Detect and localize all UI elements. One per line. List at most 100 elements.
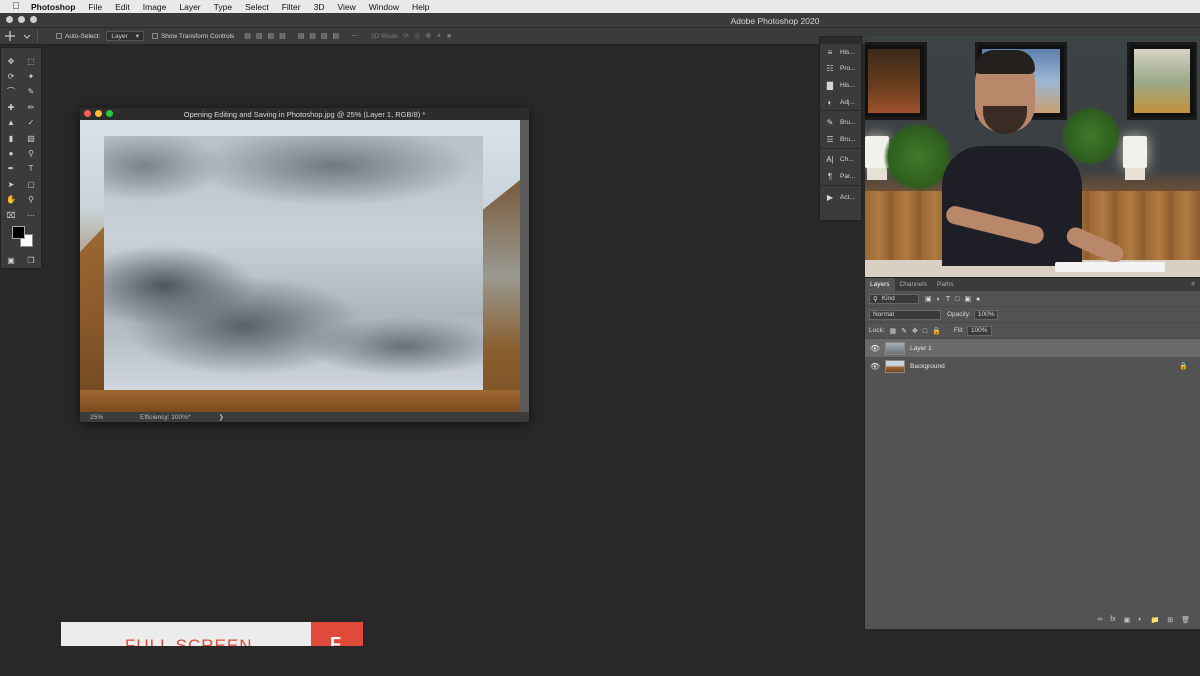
new-group-icon[interactable]: 📁 xyxy=(1151,616,1160,624)
layers-panel: Layers Channels Paths ≡ ⚲ Kind ▣◐T□▣● No… xyxy=(864,277,1200,629)
zoom-document-button[interactable] xyxy=(106,110,113,117)
foreground-color-swatch[interactable] xyxy=(12,226,25,239)
app-titlebar: Adobe Photoshop 2020 xyxy=(0,13,1200,28)
dock-header[interactable] xyxy=(820,37,861,44)
dock-character[interactable]: A| Ch... xyxy=(820,152,861,169)
adjustment-layer-icon[interactable]: ◐ xyxy=(1138,616,1142,624)
blend-row: Normal Opacity: 100% xyxy=(865,307,1200,323)
eyedropper-tool-icon[interactable]: ✎ xyxy=(26,87,36,97)
opacity-field[interactable]: 100% xyxy=(973,309,999,320)
layer-thumbnail xyxy=(885,359,905,373)
auto-select-dropdown[interactable]: Layer ▾ xyxy=(106,31,144,41)
healing-tool-icon[interactable]: ✚ xyxy=(6,103,16,113)
lasso-tool-icon[interactable]: ⟳ xyxy=(6,72,16,82)
delete-layer-icon[interactable]: 🗑 xyxy=(1181,616,1190,624)
fill-field[interactable]: 100% xyxy=(966,325,992,336)
menu-window[interactable]: Window xyxy=(369,2,399,12)
blend-mode-dropdown[interactable]: Normal xyxy=(869,309,941,320)
menu-type[interactable]: Type xyxy=(214,2,232,12)
layer-name[interactable]: Background xyxy=(910,363,945,370)
pen-tool-icon[interactable]: ✒ xyxy=(6,164,16,174)
menu-select[interactable]: Select xyxy=(245,2,269,12)
eraser-tool-icon[interactable]: ▮ xyxy=(6,134,16,144)
hand-tool-icon[interactable]: ✋ xyxy=(6,195,16,205)
show-transform-label: Show Transform Controls xyxy=(160,32,235,40)
layers-footer: ∞ fx ▣ ◐ 📁 ⊞ 🗑 xyxy=(1097,616,1190,624)
dock-properties[interactable]: ☷ Pro... xyxy=(820,61,861,78)
type-tool-icon[interactable]: T xyxy=(26,164,36,174)
menu-app-photoshop[interactable]: Photoshop xyxy=(31,2,75,12)
brush-tool-icon[interactable]: ✏ xyxy=(26,103,36,113)
gradient-tool-icon[interactable]: ▧ xyxy=(26,134,36,144)
document-scrollbar[interactable] xyxy=(520,120,529,412)
crop-tool-icon[interactable]: ⌒ xyxy=(6,87,16,97)
image-canvas[interactable] xyxy=(80,120,520,412)
align-icons[interactable]: ▤▤▤▤ ▤▤▤▤ ⋯ xyxy=(244,32,363,40)
new-layer-icon[interactable]: ⊞ xyxy=(1167,616,1173,624)
dock-histogram[interactable]: ▇ His... xyxy=(820,77,861,94)
show-transform-checkbox[interactable] xyxy=(151,33,158,39)
dock-brush-settings[interactable]: ☰ Bru... xyxy=(820,131,861,148)
screen-mode-icon[interactable]: ❐ xyxy=(26,256,36,266)
move-tool-preset-icon[interactable] xyxy=(4,30,38,42)
apple-icon[interactable]:  xyxy=(9,1,23,12)
menu-layer[interactable]: Layer xyxy=(179,2,200,12)
dock-adjustments[interactable]: ◐ Adj... xyxy=(820,94,861,111)
panel-dock: ≡ His... ☷ Pro... ▇ His... ◐ Adj... ✎ Bru... … xyxy=(819,36,862,221)
path-selection-tool-icon[interactable]: ➤ xyxy=(6,180,16,190)
dock-paragraph[interactable]: ¶ Par... xyxy=(820,168,861,185)
tab-channels[interactable]: Channels xyxy=(895,281,932,288)
adjustments-icon: ◐ xyxy=(827,97,833,107)
dock-history[interactable]: ≡ His... xyxy=(820,44,861,61)
quick-mask-icon[interactable]: ▣ xyxy=(6,256,16,266)
menu-image[interactable]: Image xyxy=(143,2,167,12)
menu-file[interactable]: File xyxy=(88,2,102,12)
tab-layers[interactable]: Layers xyxy=(865,278,895,291)
menu-filter[interactable]: Filter xyxy=(282,2,301,12)
search-icon: ⚲ xyxy=(873,295,878,303)
auto-select-checkbox[interactable] xyxy=(56,33,62,39)
layer-name[interactable]: Layer 1 xyxy=(910,345,932,352)
panel-menu-icon[interactable]: ≡ xyxy=(1191,281,1195,288)
menu-edit[interactable]: Edit xyxy=(115,2,130,12)
visibility-eye-icon[interactable]: 👁 xyxy=(869,362,881,371)
close-document-button[interactable] xyxy=(84,110,91,117)
more-tools-icon[interactable]: ⋯ xyxy=(26,211,36,221)
cloud-layer-image[interactable] xyxy=(104,136,483,390)
menu-view[interactable]: View xyxy=(337,2,355,12)
tab-paths[interactable]: Paths xyxy=(932,281,959,288)
shape-tool-icon[interactable]: ▢ xyxy=(26,180,36,190)
layer-filter-row: ⚲ Kind ▣◐T□▣● xyxy=(865,291,1200,307)
menu-3d[interactable]: 3D xyxy=(314,2,325,12)
dodge-tool-icon[interactable]: ⚲ xyxy=(26,149,36,159)
zoom-level[interactable]: 25% xyxy=(90,414,130,421)
move-tool-icon[interactable]: ✥ xyxy=(6,57,16,67)
minimize-document-button[interactable] xyxy=(95,110,102,117)
efficiency-readout: Efficiency: 100%* xyxy=(140,413,191,421)
kind-filter-dropdown[interactable]: ⚲ Kind xyxy=(869,293,919,304)
layer-style-icon[interactable]: fx xyxy=(1110,616,1115,624)
add-mask-icon[interactable]: ▣ xyxy=(1124,616,1131,624)
magic-wand-tool-icon[interactable]: ✦ xyxy=(26,72,36,82)
document-titlebar[interactable]: Opening Editing and Saving in Photoshop.… xyxy=(80,108,529,120)
layer-row-background[interactable]: 👁 Background 🔒 xyxy=(865,357,1200,375)
frame-tool-icon[interactable]: ⌧ xyxy=(6,211,16,221)
dock-brush[interactable]: ✎ Bru... xyxy=(820,114,861,131)
visibility-eye-icon[interactable]: 👁 xyxy=(869,344,881,353)
menu-help[interactable]: Help xyxy=(412,2,429,12)
layer-row-layer-1[interactable]: 👁 Layer 1 xyxy=(865,339,1200,357)
marquee-tool-icon[interactable]: ⬚ xyxy=(26,57,36,67)
history-brush-tool-icon[interactable]: ✓ xyxy=(26,118,36,128)
document-window-controls xyxy=(84,110,113,117)
status-menu-arrow-icon[interactable]: ❯ xyxy=(218,413,223,421)
link-layers-icon[interactable]: ∞ xyxy=(1097,616,1102,624)
lock-label: Lock: xyxy=(869,327,885,334)
3d-mode-icons[interactable]: ⟳◎✥✦■ xyxy=(403,32,456,40)
full-screen-text: FULL SCREEN xyxy=(125,636,253,646)
filter-type-icons[interactable]: ▣◐T□▣● xyxy=(925,295,985,303)
lock-icons[interactable]: ▦✎✥□🔒 xyxy=(890,327,946,335)
stamp-tool-icon[interactable]: ▲ xyxy=(6,118,16,128)
blur-tool-icon[interactable]: ● xyxy=(6,149,16,159)
zoom-tool-icon[interactable]: ⚲ xyxy=(26,195,36,205)
dock-actions[interactable]: ▶ Act... xyxy=(820,189,861,206)
